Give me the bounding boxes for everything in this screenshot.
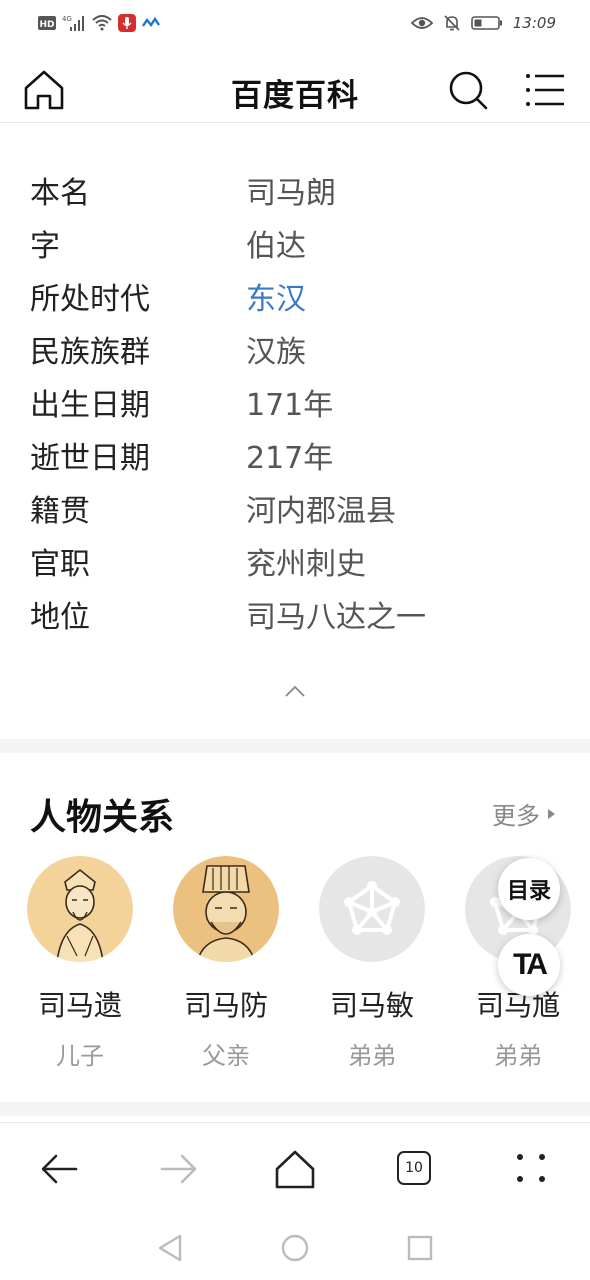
- more-label: 更多: [492, 802, 540, 830]
- signal-4g-icon: 4G: [62, 15, 84, 31]
- more-link[interactable]: 更多: [492, 796, 556, 831]
- info-value: 汉族: [246, 335, 306, 370]
- search-icon: [449, 71, 488, 110]
- person-name: 司马防: [183, 989, 268, 1022]
- tabs-button[interactable]: 10: [397, 1151, 431, 1185]
- info-value-link[interactable]: 东汉: [246, 274, 306, 318]
- info-key: 所处时代: [30, 282, 150, 317]
- dots-grid-icon: [517, 1154, 545, 1182]
- info-key: 官职: [30, 547, 90, 582]
- info-row: 本名 司马朗: [0, 160, 590, 213]
- info-row: 出生日期 171年: [0, 372, 590, 425]
- info-value: 司马朗: [246, 176, 336, 211]
- triangle-back-icon: [158, 1234, 182, 1262]
- square-recents-icon: [407, 1235, 433, 1261]
- svg-text:HD: HD: [39, 20, 54, 30]
- nav-recents-button[interactable]: [400, 1228, 440, 1268]
- browser-toolbar: 10: [0, 1122, 590, 1215]
- status-left: HD 4G: [38, 14, 160, 32]
- system-nav-bar: [0, 1216, 590, 1280]
- info-row: 民族族群 汉族: [0, 319, 590, 372]
- voice-recorder-icon: [118, 14, 136, 32]
- triangle-right-icon: [548, 808, 555, 819]
- info-row: 字 伯达: [0, 213, 590, 266]
- mute-bell-icon: [444, 15, 460, 31]
- info-key: 字: [30, 229, 60, 264]
- info-value: 兖州刺史: [246, 547, 366, 582]
- avatar-placeholder: [319, 856, 425, 962]
- arrow-left-icon: [41, 1154, 78, 1184]
- more-options-button[interactable]: [508, 1145, 556, 1193]
- top-bar: 百度百科: [0, 58, 590, 123]
- relations-title: 人物关系: [30, 797, 175, 838]
- wifi-icon: [92, 15, 112, 31]
- hd-icon: HD: [38, 16, 56, 30]
- nav-back-button[interactable]: [150, 1228, 190, 1268]
- person-relation: 弟弟: [494, 1042, 542, 1070]
- info-key: 出生日期: [30, 388, 150, 423]
- section-divider: [0, 739, 590, 753]
- search-button[interactable]: [446, 68, 490, 112]
- person-card[interactable]: 司马防 父亲: [173, 856, 279, 1071]
- menu-button[interactable]: [524, 70, 566, 110]
- person-relation: 父亲: [202, 1042, 250, 1070]
- arrow-right-icon: [160, 1154, 197, 1184]
- battery-icon: [470, 16, 502, 30]
- circle-home-icon: [281, 1234, 309, 1262]
- info-value: 伯达: [246, 229, 306, 264]
- info-row: 籍贯 河内郡温县: [0, 478, 590, 531]
- home-icon: [275, 1150, 315, 1189]
- status-time: 13:09: [512, 14, 556, 32]
- info-key: 逝世日期: [30, 441, 150, 476]
- menu-icon: [526, 74, 564, 106]
- info-row: 所处时代 东汉: [0, 266, 590, 319]
- person-relation: 弟弟: [348, 1042, 396, 1070]
- avatar: [27, 856, 133, 962]
- info-row: 官职 兖州刺史: [0, 531, 590, 584]
- back-button[interactable]: [36, 1145, 84, 1193]
- ta-button[interactable]: TA: [498, 934, 560, 996]
- app-notification-icon: [142, 16, 160, 28]
- status-right: 13:09: [410, 14, 556, 32]
- status-bar: HD 4G 13:09: [0, 0, 590, 50]
- avatar: [173, 856, 279, 962]
- info-value: 司马八达之一: [246, 600, 426, 635]
- page-title: 百度百科: [231, 78, 359, 114]
- person-card[interactable]: 司马敏 弟弟: [319, 856, 425, 1071]
- info-row: 逝世日期 217年: [0, 425, 590, 478]
- browser-home-button[interactable]: [271, 1145, 319, 1193]
- info-key: 本名: [30, 176, 90, 211]
- info-value: 171年: [246, 388, 334, 423]
- forward-button[interactable]: [154, 1145, 202, 1193]
- info-key: 民族族群: [30, 335, 150, 370]
- person-name: 司马敏: [329, 989, 414, 1022]
- info-value: 217年: [246, 441, 334, 476]
- section-divider: [0, 1102, 590, 1116]
- info-key: 地位: [30, 600, 90, 635]
- person-card[interactable]: 司马遗 儿子: [27, 856, 133, 1071]
- toc-button[interactable]: 目录: [498, 858, 560, 920]
- info-key: 籍贯: [30, 494, 90, 529]
- chevron-up-icon: [285, 685, 305, 697]
- eye-icon: [410, 17, 433, 29]
- person-name: 司马遗: [37, 989, 122, 1022]
- nav-home-button[interactable]: [275, 1228, 315, 1268]
- collapse-button[interactable]: [278, 680, 312, 702]
- person-relation: 儿子: [56, 1042, 104, 1070]
- info-row: 地位 司马八达之一: [0, 584, 590, 637]
- network-type-label: 4G: [62, 15, 72, 23]
- info-value: 河内郡温县: [246, 494, 396, 529]
